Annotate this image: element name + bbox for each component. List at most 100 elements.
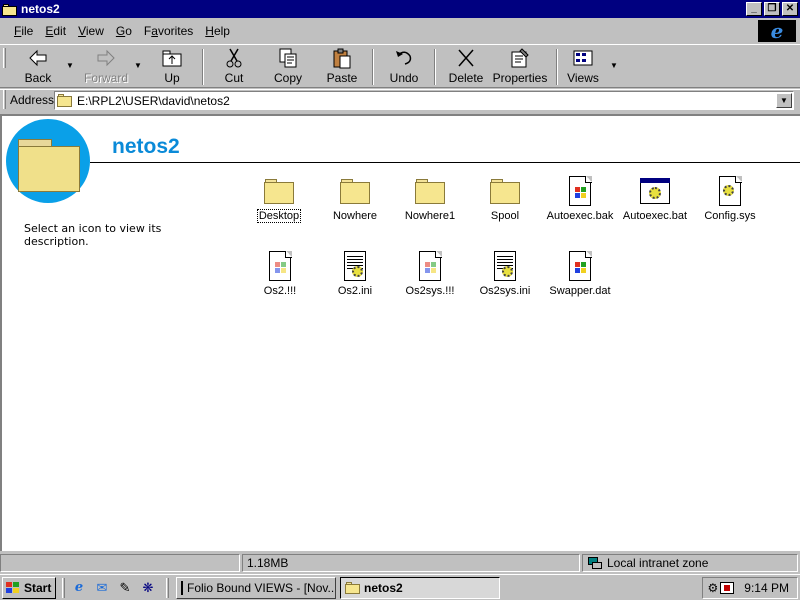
up-label: Up	[164, 71, 180, 85]
folder-icon[interactable]	[2, 2, 18, 16]
menu-view[interactable]: View	[72, 24, 110, 38]
file-label: Config.sys	[704, 210, 756, 222]
address-label: Address	[10, 93, 55, 107]
up-button[interactable]: Up	[150, 47, 194, 87]
file-item-nowhere1[interactable]: Nowhere1	[392, 175, 468, 222]
file-label: Autoexec.bat	[622, 210, 688, 222]
paste-button[interactable]: Paste	[320, 47, 364, 87]
windows-file-icon	[564, 175, 596, 207]
intranet-zone-icon	[587, 556, 603, 570]
file-label: Os2.!!!	[263, 285, 297, 297]
title-divider	[90, 162, 800, 163]
file-label: Os2sys.ini	[479, 285, 531, 297]
windows-logo-icon	[5, 581, 21, 595]
config-settings-icon	[489, 250, 521, 282]
views-button[interactable]: Views	[562, 47, 604, 87]
minimize-button[interactable]: _	[746, 2, 762, 16]
delete-x-icon	[458, 49, 474, 67]
properties-button[interactable]: Properties	[492, 47, 548, 87]
file-item-swapper-dat[interactable]: Swapper.dat	[542, 250, 618, 297]
file-item-spool[interactable]: Spool	[467, 175, 543, 222]
status-panel-zone: Local intranet zone	[582, 554, 798, 572]
file-item-os2-ini[interactable]: Os2.ini	[317, 250, 393, 297]
batch-file-icon	[639, 175, 671, 207]
window-title: netos2	[21, 2, 60, 16]
file-label: Desktop	[256, 209, 302, 223]
folder-icon	[263, 175, 295, 207]
address-input[interactable]: E:\RPL2\USER\david\netos2 ▼	[54, 91, 794, 110]
file-item-config-sys[interactable]: Config.sys	[692, 175, 768, 222]
cut-label: Cut	[224, 71, 244, 85]
address-grip[interactable]	[3, 90, 6, 109]
address-bar: Address E:\RPL2\USER\david\netos2 ▼	[0, 89, 800, 110]
undo-button[interactable]: Undo	[382, 47, 426, 87]
file-item-nowhere[interactable]: Nowhere	[317, 175, 393, 222]
file-label: Os2.ini	[337, 285, 373, 297]
file-item-autoexec-bat[interactable]: Autoexec.bat	[617, 175, 693, 222]
info-description: Select an icon to view its description.	[24, 222, 162, 248]
status-size: 1.18MB	[247, 556, 289, 570]
copy-icon	[279, 48, 297, 68]
file-label: Swapper.dat	[549, 285, 611, 297]
file-item-os2-bang[interactable]: Os2.!!!	[242, 250, 318, 297]
file-item-autoexec-bak[interactable]: Autoexec.bak	[542, 175, 618, 222]
toolbar: Back ▼ Forward ▼ Up Cut Copy Paste Undo …	[0, 44, 800, 88]
menu-file[interactable]: File	[8, 24, 39, 38]
cut-button[interactable]: Cut	[212, 47, 256, 87]
channels-icon[interactable]: ❋	[139, 579, 157, 597]
copy-label: Copy	[273, 71, 302, 85]
task-folio-views[interactable]: Folio Bound VIEWS - [Nov...	[176, 577, 336, 599]
views-dropdown-icon[interactable]: ▼	[610, 61, 618, 70]
address-dropdown-button[interactable]: ▼	[776, 93, 792, 108]
start-button[interactable]: Start	[2, 577, 56, 599]
menu-bar: File Edit View Go Favorites Help e	[0, 19, 800, 43]
display-tray-icon[interactable]	[720, 582, 735, 594]
file-label: Autoexec.bak	[546, 210, 614, 222]
folio-app-icon	[181, 581, 183, 595]
ie-logo-icon: e	[758, 20, 796, 42]
tasks-grip[interactable]	[166, 578, 169, 598]
copy-button[interactable]: Copy	[266, 47, 310, 87]
folder-icon	[57, 94, 73, 107]
back-button[interactable]: Back	[14, 47, 62, 87]
scheduler-tray-icon[interactable]: ⚙	[708, 581, 719, 595]
task-netos2[interactable]: netos2	[340, 577, 500, 599]
folder-icon	[339, 175, 371, 207]
menu-go[interactable]: Go	[110, 24, 138, 38]
file-item-os2sys-ini[interactable]: Os2sys.ini	[467, 250, 543, 297]
clock[interactable]: 9:14 PM	[744, 581, 789, 595]
close-button[interactable]: ✕	[782, 2, 798, 16]
delete-button[interactable]: Delete	[444, 47, 488, 87]
views-label: Views	[567, 71, 599, 85]
address-value: E:\RPL2\USER\david\netos2	[77, 93, 230, 108]
windows-file-icon	[264, 250, 296, 282]
status-zone: Local intranet zone	[607, 556, 709, 570]
outlook-express-icon[interactable]: ✉	[93, 579, 111, 597]
file-item-desktop[interactable]: Desktop	[241, 175, 317, 223]
folder-icon	[414, 175, 446, 207]
folder-icon	[489, 175, 521, 207]
forward-button[interactable]: Forward	[80, 47, 132, 87]
folder-icon	[345, 582, 361, 594]
folder-banner-icon	[6, 119, 90, 203]
start-label: Start	[24, 581, 52, 595]
config-settings-icon	[339, 250, 371, 282]
quicklaunch-grip[interactable]	[62, 578, 65, 598]
file-label: Nowhere1	[404, 210, 456, 222]
undo-icon	[396, 51, 412, 65]
internet-explorer-icon[interactable]: e	[70, 579, 88, 597]
title-bar: netos2 _ ❐ ✕	[0, 0, 800, 18]
show-desktop-icon[interactable]: ✎	[116, 579, 134, 597]
toolbar-grip[interactable]	[3, 48, 6, 68]
menu-favorites[interactable]: Favorites	[138, 24, 199, 38]
forward-dropdown-icon[interactable]: ▼	[134, 61, 142, 70]
menu-edit[interactable]: Edit	[39, 24, 72, 38]
task-label: netos2	[364, 581, 403, 595]
menu-help[interactable]: Help	[199, 24, 236, 38]
paste-label: Paste	[326, 71, 358, 85]
system-tray: ⚙ 9:14 PM	[702, 577, 798, 599]
back-dropdown-icon[interactable]: ▼	[66, 61, 74, 70]
restore-button[interactable]: ❐	[764, 2, 780, 16]
file-item-os2sys-bang[interactable]: Os2sys.!!!	[392, 250, 468, 297]
file-label: Spool	[490, 210, 520, 222]
